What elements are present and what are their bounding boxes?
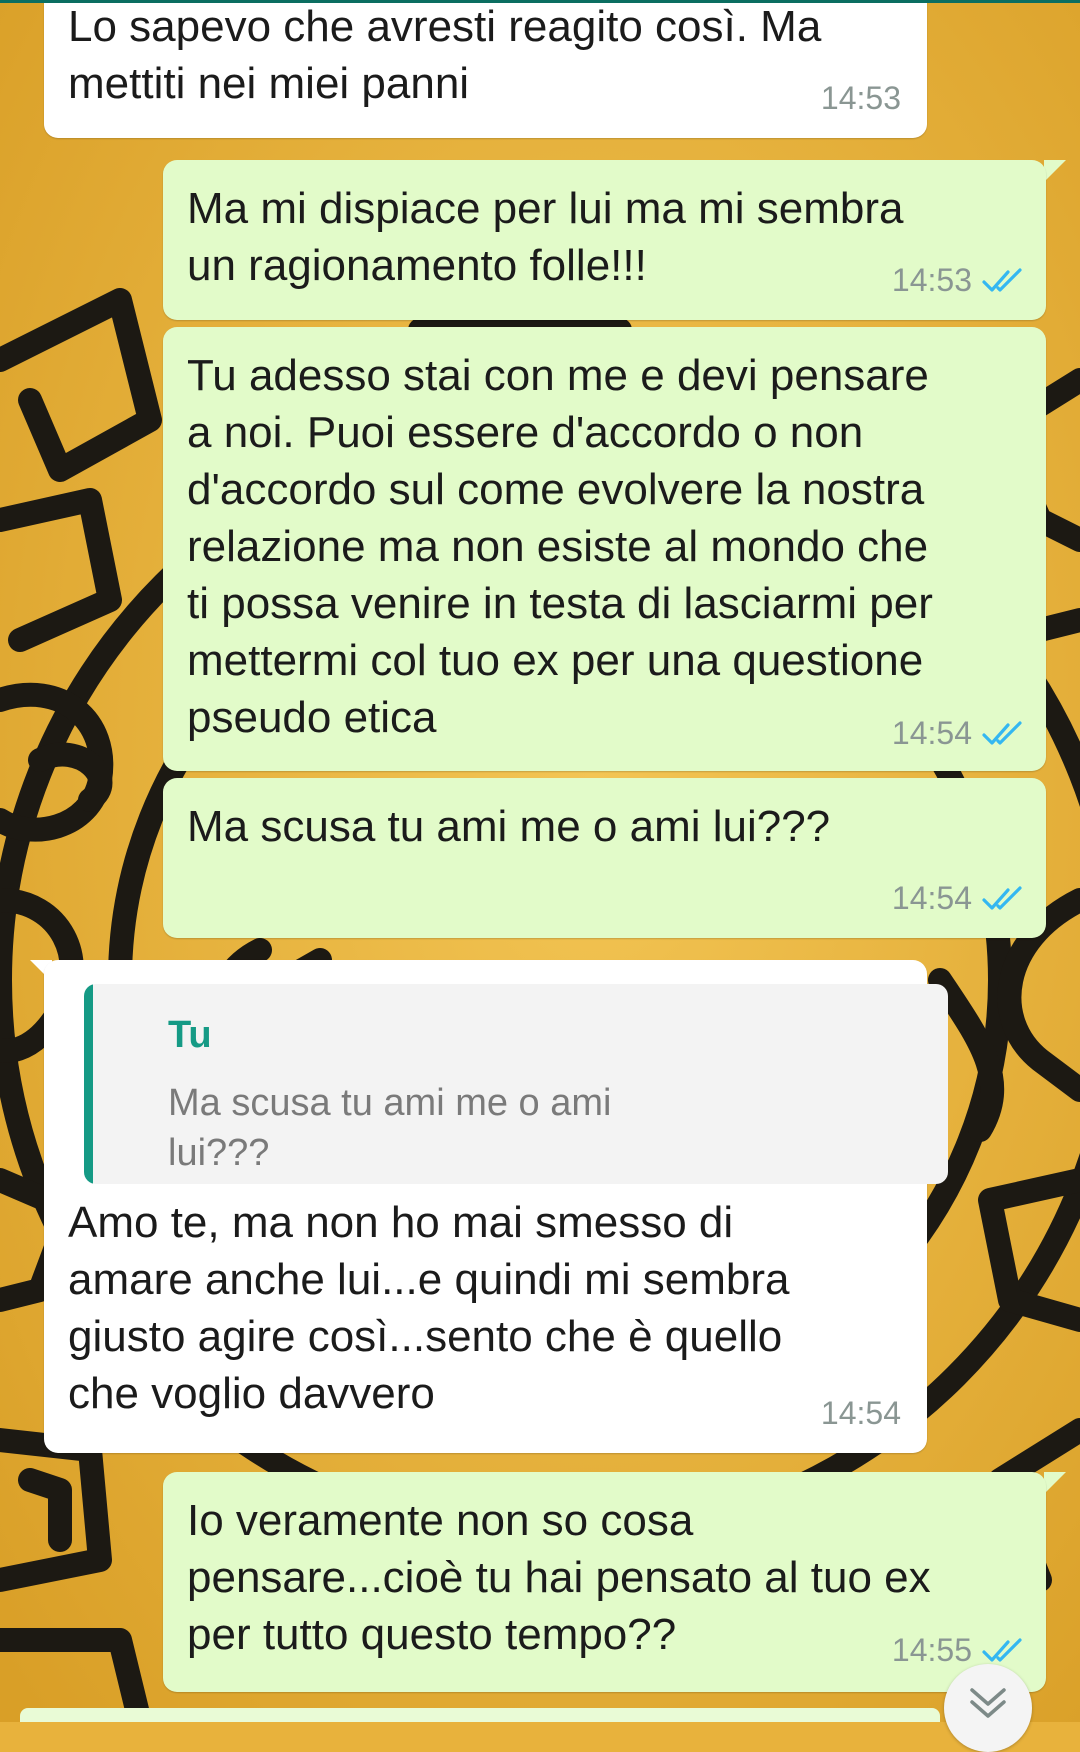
message-meta: 14:54 [821,1395,901,1432]
quoted-message[interactable]: Tu Ma scusa tu ami me o ami lui??? [84,984,948,1184]
message-text: Tu adesso stai con me e devi pensare a n… [187,351,933,742]
message-text: Ma mi dispiace per lui ma mi sembra un r… [187,184,904,290]
message-outgoing[interactable]: Ma scusa tu ami me o ami lui??? 14:54 [163,778,1046,938]
message-meta: 14:54 [892,715,1026,752]
message-outgoing[interactable]: Tu adesso stai con me e devi pensare a n… [163,327,1046,771]
message-text: Ma scusa tu ami me o ami lui??? [187,802,831,851]
message-time: 14:54 [891,715,972,751]
message-text: Amo te, ma non ho mai smesso di amare an… [68,1198,790,1418]
message-text: Lo sapevo che avresti reagito così. Ma m… [68,2,822,108]
scroll-to-bottom-button[interactable] [944,1664,1032,1752]
message-incoming[interactable]: Tu Ma scusa tu ami me o ami lui??? Amo t… [44,960,948,1453]
header-edge [0,0,1080,3]
message-incoming[interactable]: Lo sapevo che avresti reagito così. Ma m… [44,0,927,138]
double-check-icon [982,1637,1022,1662]
message-text: Io veramente non so cosa pensare...cioè … [187,1496,931,1659]
message-outgoing[interactable]: Io veramente non so cosa pensare...cioè … [163,1472,1046,1692]
double-check-icon [982,885,1022,910]
quote-author: Tu [168,1014,212,1056]
message-meta: 14:53 [821,80,901,117]
message-meta: 14:54 [892,880,1026,917]
message-time: 14:54 [820,1395,901,1431]
message-time: 14:53 [891,262,972,298]
message-time: 14:54 [891,880,972,916]
bubble-tail [1044,160,1066,182]
double-check-icon [982,720,1022,745]
quote-accent-bar [84,984,93,1184]
message-time: 14:53 [820,80,901,116]
double-check-icon [982,267,1022,292]
message-time: 14:55 [891,1632,972,1668]
message-outgoing[interactable]: Ma mi dispiace per lui ma mi sembra un r… [163,160,1046,320]
next-message-edge [20,1708,940,1722]
message-meta: 14:53 [892,262,1026,299]
chevron-down-icon [970,1688,1006,1718]
quote-text: Ma scusa tu ami me o ami lui??? [168,1082,612,1174]
message-meta: 14:55 [892,1632,1026,1669]
bubble-tail [1044,1472,1066,1494]
